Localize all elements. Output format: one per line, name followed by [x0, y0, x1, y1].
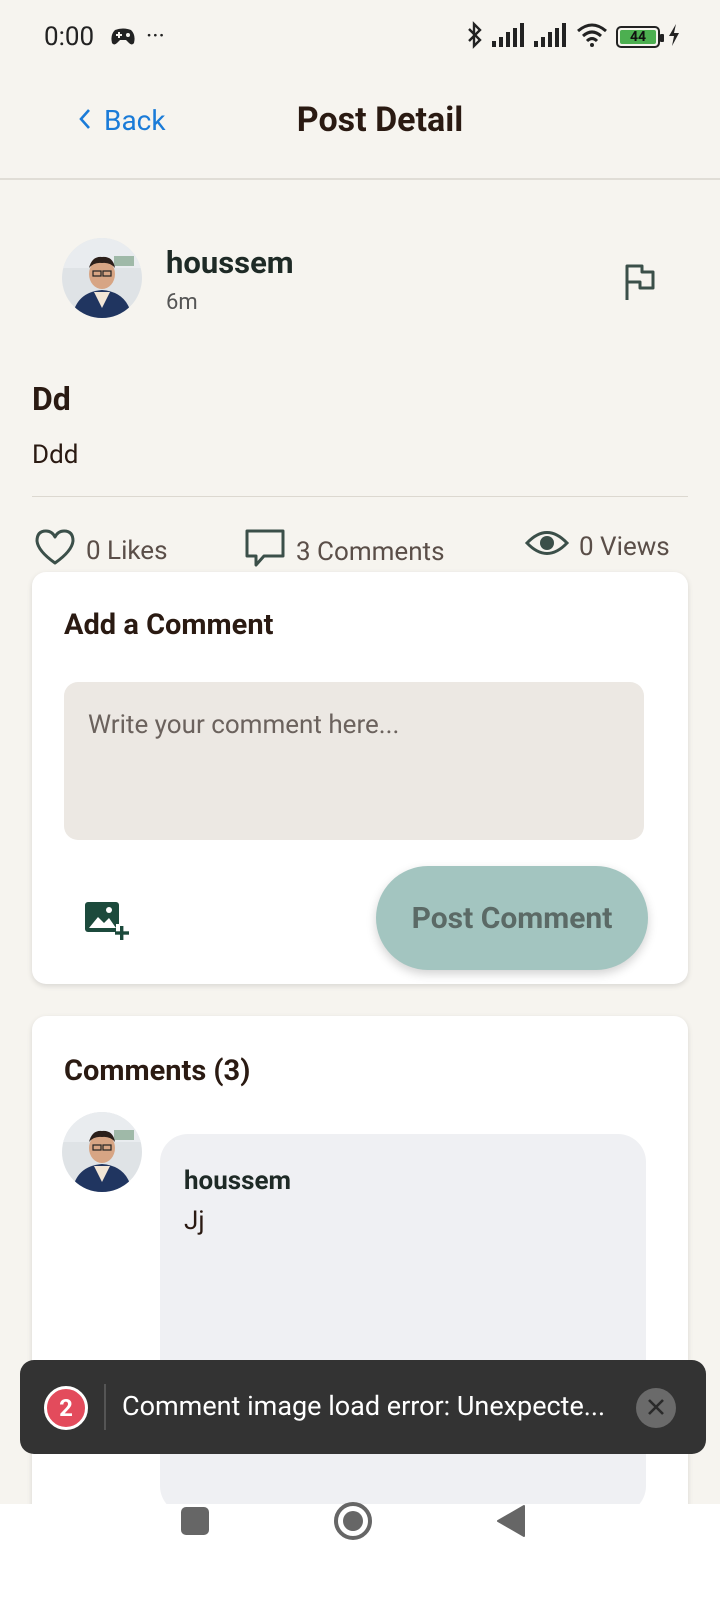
- comment-text: Jj: [184, 1206, 205, 1236]
- post-title: Dd: [32, 380, 71, 418]
- report-flag-button[interactable]: [622, 262, 658, 302]
- comment-icon: [244, 528, 286, 575]
- square-icon: [180, 1507, 210, 1540]
- likes-count: 0 Likes: [86, 535, 168, 566]
- toast-separator: [104, 1384, 106, 1430]
- comments-count: 3 Comments: [296, 536, 445, 567]
- signal-icon: [492, 23, 526, 51]
- comments-button[interactable]: 3 Comments: [244, 528, 444, 575]
- add-image-button[interactable]: [84, 900, 130, 942]
- recents-button[interactable]: [180, 1506, 210, 1540]
- divider: [32, 496, 688, 497]
- gamepad-icon: [110, 26, 136, 52]
- status-icons: 44: [466, 20, 680, 54]
- status-time: 0:00: [44, 22, 95, 52]
- triangle-back-icon: [496, 1505, 526, 1542]
- eye-icon: [524, 528, 570, 565]
- views-count: 0 Views: [579, 531, 670, 562]
- home-button[interactable]: [332, 1500, 374, 1546]
- toast-count-badge: 2: [44, 1386, 88, 1430]
- post-comment-button[interactable]: Post Comment: [376, 866, 648, 970]
- bluetooth-icon: [466, 21, 484, 53]
- author-name[interactable]: houssem: [166, 244, 294, 281]
- post-body: Ddd: [32, 440, 79, 470]
- more-dots: ···: [146, 22, 165, 50]
- signal-icon: [534, 23, 568, 51]
- battery-icon: 44: [616, 26, 664, 48]
- views-stat: 0 Views: [524, 528, 670, 565]
- comment-author[interactable]: houssem: [184, 1166, 291, 1196]
- flag-icon: [622, 264, 658, 306]
- comment-input[interactable]: [64, 682, 644, 840]
- charging-icon: [668, 24, 680, 50]
- add-comment-title: Add a Comment: [64, 608, 274, 642]
- toast-close-button[interactable]: [636, 1388, 676, 1428]
- like-button[interactable]: 0 Likes: [34, 528, 168, 573]
- page-title: Post Detail: [296, 100, 464, 140]
- toast-message: Comment image load error: Unexpecte...: [122, 1390, 606, 1422]
- back-nav-button[interactable]: [496, 1504, 526, 1542]
- battery-level: 44: [620, 29, 656, 45]
- comments-title: Comments (3): [64, 1054, 251, 1088]
- close-icon: [647, 1393, 665, 1423]
- home-circle-icon: [332, 1502, 374, 1546]
- commenter-avatar[interactable]: [62, 1112, 142, 1192]
- add-photo-icon: [84, 902, 130, 946]
- post-time: 6m: [166, 290, 198, 315]
- heart-icon: [34, 528, 76, 573]
- author-avatar[interactable]: [62, 238, 142, 318]
- wifi-icon: [576, 23, 608, 51]
